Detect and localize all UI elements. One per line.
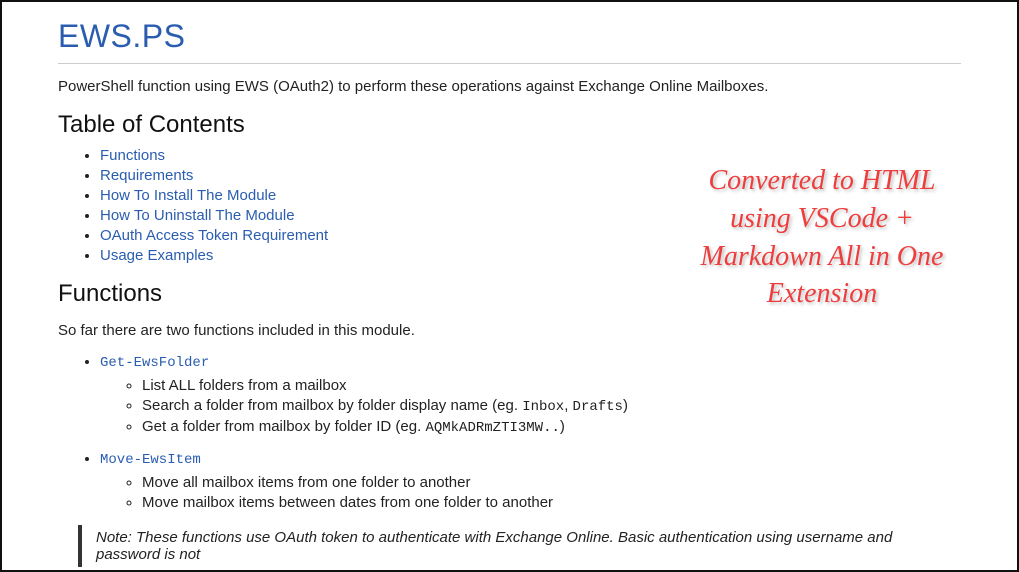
note-text: Note: These functions use OAuth token to… [96,529,892,563]
toc-link-install[interactable]: How To Install The Module [100,187,276,204]
function-sublist: Move all mailbox items from one folder t… [100,474,961,511]
toc-item: Requirements [100,167,961,184]
toc-link-functions[interactable]: Functions [100,147,165,164]
toc-link-usage[interactable]: Usage Examples [100,247,213,264]
toc-item: How To Install The Module [100,187,961,204]
code-inline: AQMkADRmZTI3MW.. [425,420,559,436]
toc-link-oauth[interactable]: OAuth Access Token Requirement [100,227,328,244]
toc-list: Functions Requirements How To Install Th… [58,147,961,264]
function-link-get-ewsfolder[interactable]: Get-EwsFolder [100,355,209,371]
function-sublist: List ALL folders from a mailbox Search a… [100,377,961,436]
toc-link-requirements[interactable]: Requirements [100,167,193,184]
functions-list: Get-EwsFolder List ALL folders from a ma… [58,353,961,511]
function-bullet: List ALL folders from a mailbox [142,377,961,394]
toc-item: How To Uninstall The Module [100,207,961,224]
bullet-text: ) [560,418,565,435]
page-title: EWS.PS [58,18,961,64]
bullet-text: Get a folder from mailbox by folder ID (… [142,418,425,435]
bullet-text: , [564,397,572,414]
toc-item: Usage Examples [100,247,961,264]
bullet-text: Search a folder from mailbox by folder d… [142,397,522,414]
function-item: Get-EwsFolder List ALL folders from a ma… [100,353,961,436]
scroll-area[interactable]: EWS.PS PowerShell function using EWS (OA… [2,2,1017,570]
intro-paragraph: PowerShell function using EWS (OAuth2) t… [58,78,961,95]
function-bullet: Search a folder from mailbox by folder d… [142,397,961,415]
toc-item: OAuth Access Token Requirement [100,227,961,244]
toc-heading: Table of Contents [58,111,961,139]
document-content: EWS.PS PowerShell function using EWS (OA… [2,2,1017,570]
functions-heading: Functions [58,280,961,308]
function-bullet: Move mailbox items between dates from on… [142,494,961,511]
window-frame: EWS.PS PowerShell function using EWS (OA… [0,0,1019,572]
function-bullet: Get a folder from mailbox by folder ID (… [142,418,961,436]
toc-item: Functions [100,147,961,164]
function-item: Move-EwsItem Move all mailbox items from… [100,450,961,511]
bullet-text: ) [623,397,628,414]
code-inline: Inbox [522,399,564,415]
functions-intro: So far there are two functions included … [58,322,961,339]
spacer [58,567,961,570]
function-bullet: Move all mailbox items from one folder t… [142,474,961,491]
code-inline: Drafts [573,399,623,415]
function-link-move-ewsitem[interactable]: Move-EwsItem [100,452,201,468]
note-blockquote: Note: These functions use OAuth token to… [78,525,961,567]
toc-link-uninstall[interactable]: How To Uninstall The Module [100,207,295,224]
